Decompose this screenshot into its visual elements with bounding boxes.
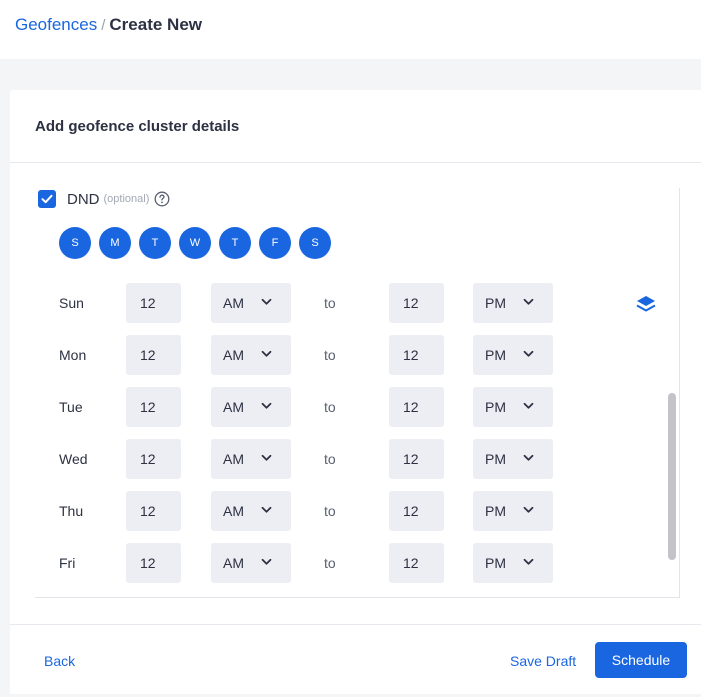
to-period-select[interactable]: PM	[473, 335, 553, 375]
breadcrumb-geofences-link[interactable]: Geofences	[15, 15, 97, 34]
from-period-select[interactable]: AM	[211, 387, 291, 427]
to-period-select[interactable]: PM	[473, 387, 553, 427]
day-label: Sun	[59, 295, 84, 311]
to-hour-input[interactable]	[389, 387, 444, 427]
breadcrumb: Geofences / Create New	[15, 15, 202, 36]
to-period-select[interactable]: PM	[473, 543, 553, 583]
breadcrumb-separator: /	[101, 17, 106, 34]
weekday-toggle-saturday[interactable]: S	[299, 227, 331, 259]
dnd-row: DND (optional)	[38, 190, 170, 208]
chevron-down-icon	[261, 402, 272, 409]
from-period-value: AM	[223, 503, 244, 519]
weekday-toggle-thursday[interactable]: T	[219, 227, 251, 259]
to-label: to	[324, 555, 336, 571]
chevron-down-icon	[261, 350, 272, 357]
weekday-toggle-friday[interactable]: F	[259, 227, 291, 259]
from-hour-input[interactable]	[126, 283, 181, 323]
layers-icon[interactable]	[635, 294, 657, 316]
chevron-down-icon	[523, 558, 534, 565]
from-period-value: AM	[223, 295, 244, 311]
day-label: Mon	[59, 347, 87, 363]
weekday-toggle-monday[interactable]: M	[99, 227, 131, 259]
day-label: Wed	[59, 451, 88, 467]
from-period-select[interactable]: AM	[211, 491, 291, 531]
from-period-value: AM	[223, 347, 244, 363]
weekday-toggle-tuesday[interactable]: T	[139, 227, 171, 259]
check-icon	[41, 194, 53, 204]
to-label: to	[324, 399, 336, 415]
to-hour-input[interactable]	[389, 283, 444, 323]
to-label: to	[324, 347, 336, 363]
to-hour-input[interactable]	[389, 543, 444, 583]
card-title: Add geofence cluster details	[35, 118, 240, 135]
from-hour-input[interactable]	[126, 387, 181, 427]
schedule-button[interactable]: Schedule	[595, 642, 687, 678]
to-hour-input[interactable]	[389, 491, 444, 531]
back-button[interactable]: Back	[44, 653, 75, 669]
chevron-down-icon	[261, 558, 272, 565]
to-label: to	[324, 451, 336, 467]
to-period-select[interactable]: PM	[473, 283, 553, 323]
from-period-select[interactable]: AM	[211, 439, 291, 479]
weekday-toggle-sunday[interactable]: S	[59, 227, 91, 259]
scrollbar-thumb[interactable]	[668, 393, 676, 560]
from-hour-input[interactable]	[126, 491, 181, 531]
dnd-label: DND	[67, 190, 100, 208]
chevron-down-icon	[523, 298, 534, 305]
card-header: Add geofence cluster details	[10, 90, 701, 163]
day-label: Fri	[59, 555, 76, 571]
to-hour-input[interactable]	[389, 439, 444, 479]
to-period-select[interactable]: PM	[473, 491, 553, 531]
top-bar: Geofences / Create New	[0, 0, 701, 59]
day-label: Thu	[59, 503, 84, 519]
page-title: Create New	[109, 15, 203, 34]
from-hour-input[interactable]	[126, 439, 181, 479]
weekday-toggle-wednesday[interactable]: W	[179, 227, 211, 259]
to-period-value: PM	[485, 399, 506, 415]
to-period-value: PM	[485, 503, 506, 519]
to-label: to	[324, 295, 336, 311]
to-period-select[interactable]: PM	[473, 439, 553, 479]
to-hour-input[interactable]	[389, 335, 444, 375]
to-period-value: PM	[485, 555, 506, 571]
chevron-down-icon	[523, 402, 534, 409]
to-period-value: PM	[485, 295, 506, 311]
from-period-value: AM	[223, 399, 244, 415]
chevron-down-icon	[261, 506, 272, 513]
dnd-optional-hint: (optional)	[103, 193, 150, 205]
to-period-value: PM	[485, 347, 506, 363]
from-period-select[interactable]: AM	[211, 283, 291, 323]
chevron-down-icon	[261, 298, 272, 305]
from-hour-input[interactable]	[126, 543, 181, 583]
geofence-details-card: Add geofence cluster details DND (option…	[10, 90, 701, 694]
from-period-value: AM	[223, 555, 244, 571]
to-label: to	[324, 503, 336, 519]
from-period-select[interactable]: AM	[211, 335, 291, 375]
chevron-down-icon	[261, 454, 272, 461]
card-footer: Back Save Draft Schedule	[10, 624, 701, 694]
weekday-selector: S M T W T F S	[59, 227, 339, 259]
chevron-down-icon	[523, 506, 534, 513]
from-period-value: AM	[223, 451, 244, 467]
from-hour-input[interactable]	[126, 335, 181, 375]
to-period-value: PM	[485, 451, 506, 467]
from-period-select[interactable]: AM	[211, 543, 291, 583]
chevron-down-icon	[523, 454, 534, 461]
day-label: Tue	[59, 399, 83, 415]
dnd-checkbox[interactable]	[38, 190, 56, 208]
save-draft-button[interactable]: Save Draft	[510, 653, 576, 669]
chevron-down-icon	[523, 350, 534, 357]
question-circle-icon[interactable]	[154, 191, 170, 207]
